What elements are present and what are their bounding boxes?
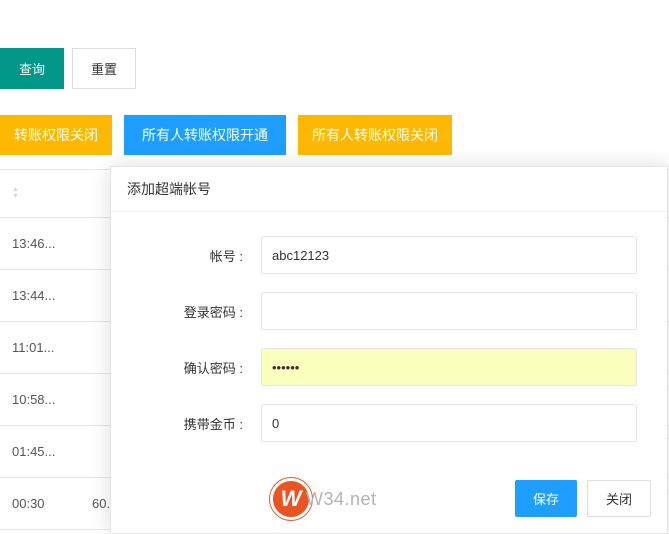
table-cell-time: 01:45...: [0, 444, 80, 459]
query-button[interactable]: 查询: [0, 48, 64, 89]
login-password-input[interactable]: [261, 292, 637, 330]
login-password-label: 登录密码 :: [141, 302, 261, 321]
reset-button[interactable]: 重置: [72, 48, 136, 89]
table-cell-time: 13:46...: [0, 236, 80, 251]
all-transfer-close-button[interactable]: 所有人转账权限关闭: [298, 115, 452, 155]
table-cell-time: 11:01...: [0, 340, 80, 355]
table-header-sort[interactable]: [0, 187, 60, 200]
table-cell-time: 10:58...: [0, 392, 80, 407]
confirm-password-input[interactable]: [261, 348, 637, 386]
close-button[interactable]: 关闭: [587, 480, 651, 517]
transfer-permission-close-button[interactable]: 转账权限关闭: [0, 115, 112, 155]
account-input[interactable]: [261, 236, 637, 274]
confirm-password-label: 确认密码 :: [141, 358, 261, 377]
coin-input[interactable]: [261, 404, 637, 442]
add-account-modal: 添加超端帐号 帐号 : 登录密码 : 确认密码 : 携带金币 : 保存 关闭: [110, 166, 668, 534]
table-cell-time: 00:30: [0, 496, 80, 511]
sort-icon: [12, 187, 19, 200]
all-transfer-open-button[interactable]: 所有人转账权限开通: [124, 115, 286, 155]
coin-label: 携带金币 :: [141, 414, 261, 433]
account-label: 帐号 :: [141, 246, 261, 265]
save-button[interactable]: 保存: [515, 480, 577, 517]
modal-title: 添加超端帐号: [111, 167, 667, 212]
table-cell-time: 13:44...: [0, 288, 80, 303]
